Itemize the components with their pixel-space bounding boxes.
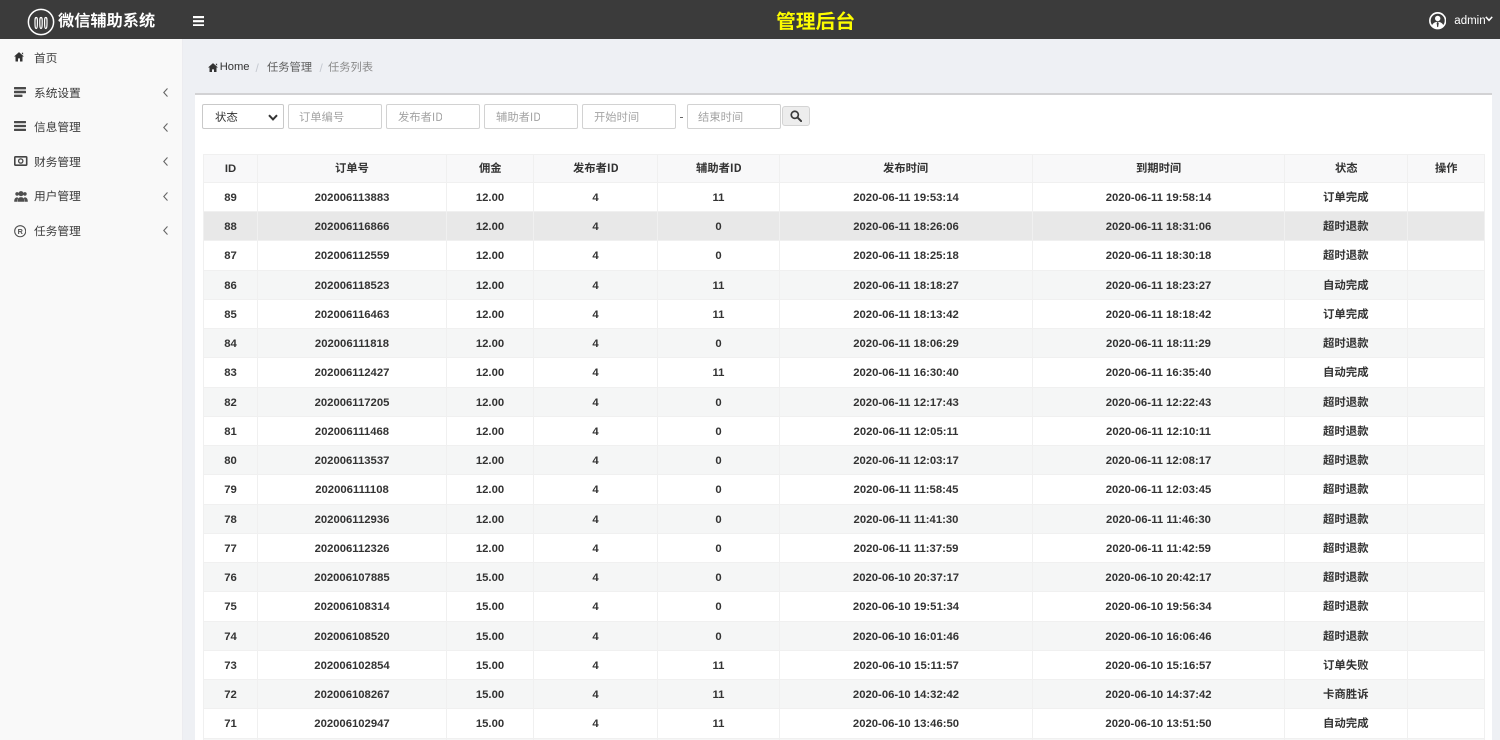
svg-text:R: R: [18, 227, 24, 236]
